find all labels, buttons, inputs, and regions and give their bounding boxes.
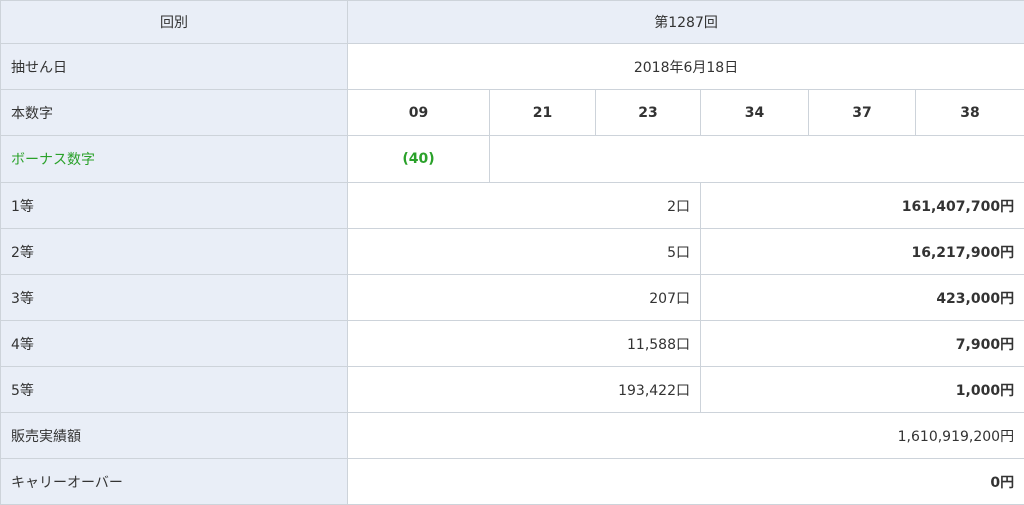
main-number: 37 [809, 90, 916, 136]
sales-value: 1,610,919,200円 [348, 413, 1024, 459]
prize-label: 1等 [1, 183, 348, 229]
lottery-results-table: 回別 第1287回 抽せん日 2018年6月18日 本数字 09 21 23 3… [0, 0, 1024, 505]
prize-winners: 11,588口 [348, 321, 701, 367]
main-number: 38 [916, 90, 1024, 136]
prize-amount: 161,407,700円 [701, 183, 1024, 229]
prize-row: 4等 11,588口 7,900円 [1, 321, 1024, 367]
prize-amount: 423,000円 [701, 275, 1024, 321]
prize-amount: 7,900円 [701, 321, 1024, 367]
sales-row: 販売実績額 1,610,919,200円 [1, 413, 1024, 459]
draw-date-row: 抽せん日 2018年6月18日 [1, 44, 1024, 90]
prize-amount: 1,000円 [701, 367, 1024, 413]
round-row: 回別 第1287回 [1, 1, 1024, 44]
prize-label: 3等 [1, 275, 348, 321]
main-number: 23 [596, 90, 701, 136]
prize-winners: 207口 [348, 275, 701, 321]
draw-date-value: 2018年6月18日 [348, 44, 1024, 90]
round-label: 回別 [1, 1, 348, 44]
prize-winners: 5口 [348, 229, 701, 275]
prize-label: 4等 [1, 321, 348, 367]
bonus-row: ボーナス数字 (40) [1, 136, 1024, 183]
prize-amount: 16,217,900円 [701, 229, 1024, 275]
prize-row: 1等 2口 161,407,700円 [1, 183, 1024, 229]
main-numbers-label: 本数字 [1, 90, 348, 136]
round-value: 第1287回 [348, 1, 1024, 44]
prize-row: 2等 5口 16,217,900円 [1, 229, 1024, 275]
prize-winners: 193,422口 [348, 367, 701, 413]
prize-row: 3等 207口 423,000円 [1, 275, 1024, 321]
bonus-number: (40) [348, 136, 490, 183]
main-number: 21 [490, 90, 596, 136]
prize-label: 2等 [1, 229, 348, 275]
bonus-label: ボーナス数字 [1, 136, 348, 183]
draw-date-label: 抽せん日 [1, 44, 348, 90]
main-number: 09 [348, 90, 490, 136]
prize-row: 5等 193,422口 1,000円 [1, 367, 1024, 413]
main-number: 34 [701, 90, 809, 136]
carryover-value: 0円 [348, 459, 1024, 505]
main-numbers-row: 本数字 09 21 23 34 37 38 [1, 90, 1024, 136]
carryover-row: キャリーオーバー 0円 [1, 459, 1024, 505]
sales-label: 販売実績額 [1, 413, 348, 459]
carryover-label: キャリーオーバー [1, 459, 348, 505]
prize-winners: 2口 [348, 183, 701, 229]
bonus-empty-cell [490, 136, 1024, 183]
prize-label: 5等 [1, 367, 348, 413]
